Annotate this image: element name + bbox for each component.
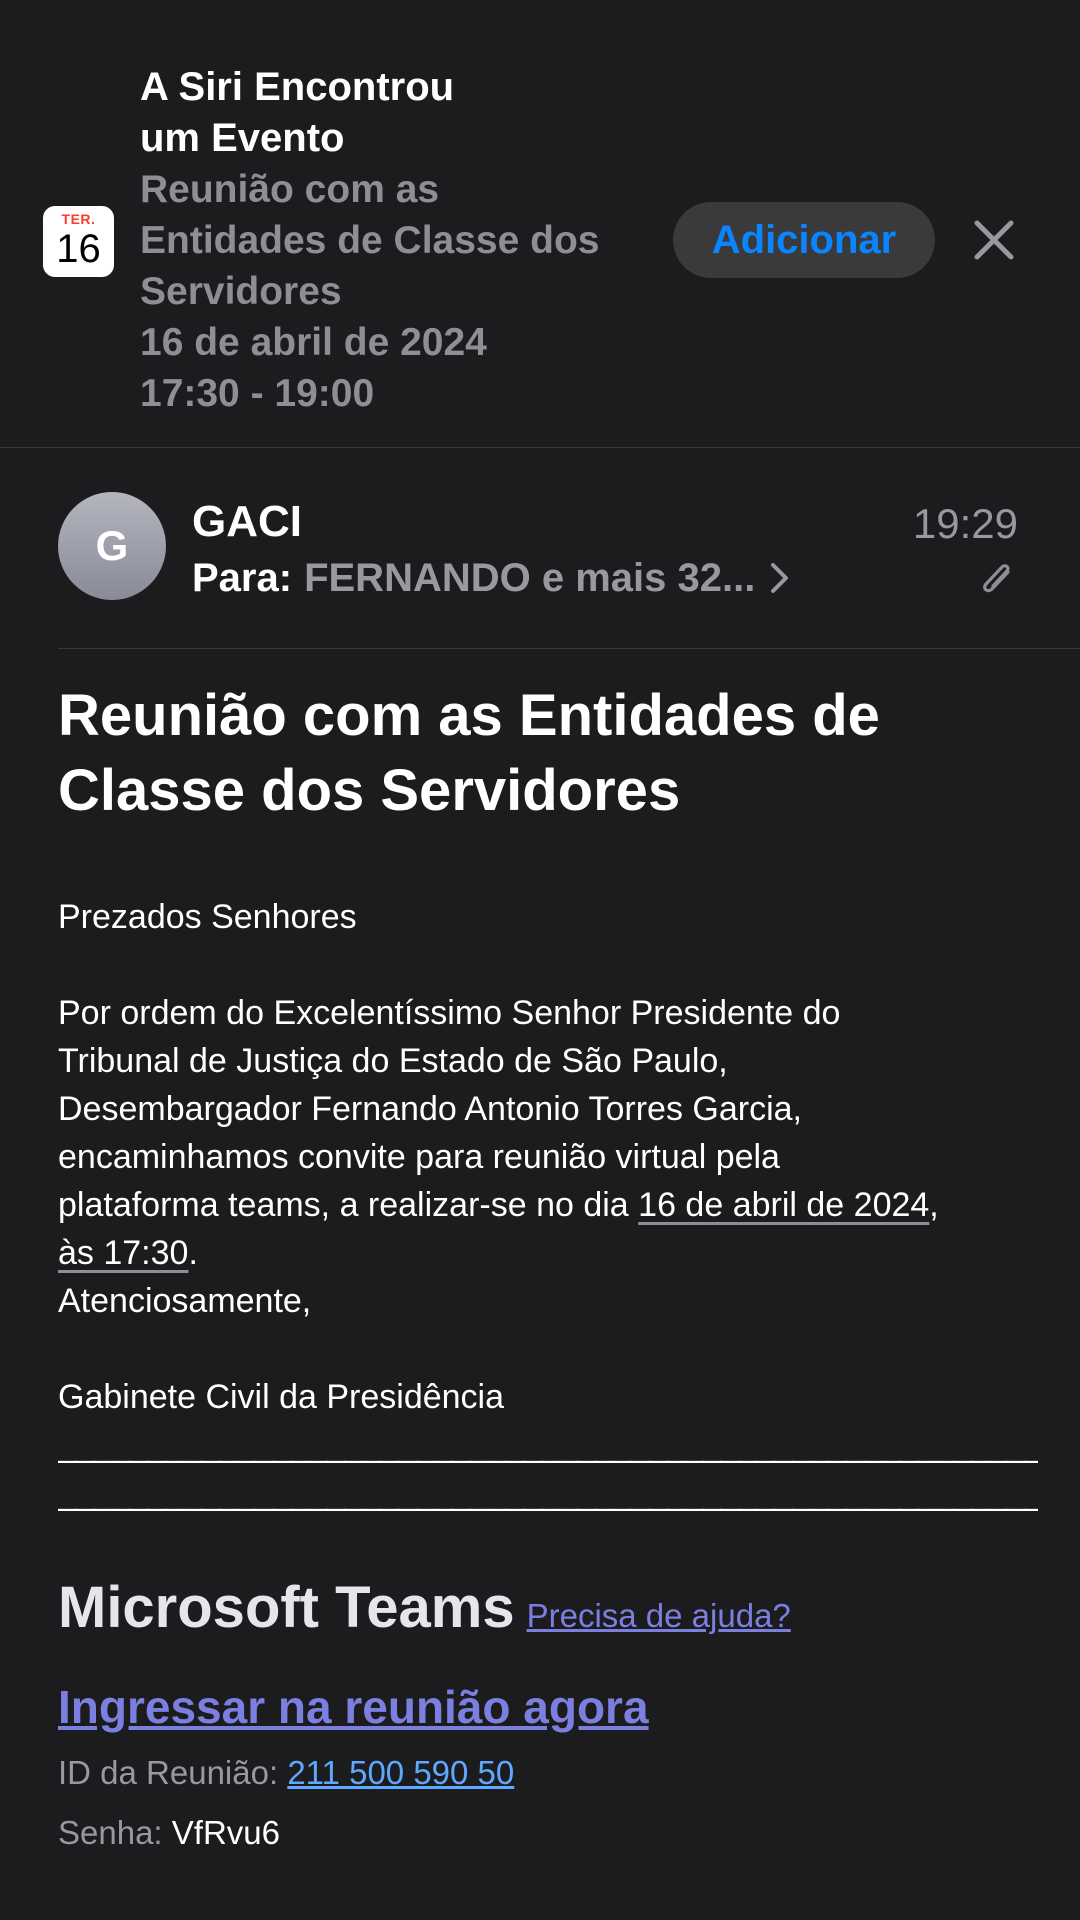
sender-name[interactable]: GACI bbox=[192, 494, 302, 550]
chevron-right-icon bbox=[769, 561, 791, 595]
body-line6: às 17:30. bbox=[58, 1229, 1038, 1277]
siri-title-line1: A Siri Encontrou bbox=[140, 65, 455, 109]
event-name-line3: Servidores bbox=[140, 270, 342, 313]
close-icon bbox=[974, 220, 1014, 260]
join-meeting-link[interactable]: Ingressar na reunião agora bbox=[58, 1680, 649, 1734]
time-detected-link[interactable]: às 17:30 bbox=[58, 1234, 188, 1272]
siri-event-details: Reunião com as Entidades de Classe dos S… bbox=[140, 164, 660, 419]
siri-title-line2: um Evento bbox=[140, 116, 345, 160]
signature: Gabinete Civil da Presidência bbox=[58, 1378, 505, 1416]
body-line5: plataforma teams, a realizar-se no dia 1… bbox=[58, 1181, 1038, 1229]
separator-line2: ________________________________________… bbox=[58, 1474, 1038, 1512]
body-line1: Por ordem do Excelentíssimo Senhor Presi… bbox=[58, 994, 841, 1032]
password-label: Senha: bbox=[58, 1814, 163, 1851]
body-line2: Tribunal de Justiça do Estado de São Pau… bbox=[58, 1042, 728, 1080]
body-line6-period: . bbox=[188, 1234, 198, 1272]
email-body: Prezados Senhores Por ordem do Excelentí… bbox=[58, 893, 1038, 1517]
paperclip-icon bbox=[978, 558, 1018, 602]
meeting-id-row: ID da Reunião: 211 500 590 50 bbox=[58, 1754, 514, 1792]
password-row: Senha: VfRvu6 bbox=[58, 1814, 280, 1852]
teams-title: Microsoft Teams bbox=[58, 1575, 515, 1640]
event-date: 16 de abril de 2024 bbox=[140, 321, 487, 364]
email-subject: Reunião com as Entidades de Classe dos S… bbox=[58, 678, 1038, 828]
to-label: Para: bbox=[192, 556, 293, 600]
body-line5-text: plataforma teams, a realizar-se no dia bbox=[58, 1186, 639, 1224]
calendar-weekday: TER. bbox=[61, 211, 96, 227]
avatar-initial: G bbox=[95, 522, 129, 569]
event-name-line2: Entidades de Classe dos bbox=[140, 219, 600, 262]
event-time: 17:30 - 19:00 bbox=[140, 372, 375, 415]
siri-event-banner: TER. 16 A Siri Encontrou um Evento Reuni… bbox=[0, 0, 1080, 448]
message-time: 19:29 bbox=[912, 500, 1018, 547]
recipients-summary: FERNANDO e mais 32... bbox=[304, 556, 756, 600]
sender-avatar[interactable]: G bbox=[58, 492, 166, 600]
body-line5-comma: , bbox=[929, 1186, 939, 1224]
add-event-button[interactable]: Adicionar bbox=[673, 202, 935, 278]
subject-line1: Reunião com as Entidades de bbox=[58, 683, 880, 748]
event-name-line1: Reunião com as bbox=[140, 168, 440, 211]
recipients-row[interactable]: Para: FERNANDO e mais 32... bbox=[192, 552, 791, 604]
greeting: Prezados Senhores bbox=[58, 898, 357, 936]
body-line3: Desembargador Fernando Antonio Torres Ga… bbox=[58, 1090, 802, 1128]
teams-heading: Microsoft Teams Precisa de ajuda? bbox=[58, 1574, 1038, 1641]
separator-line1: ________________________________________… bbox=[58, 1426, 1038, 1464]
subject-line2: Classe dos Servidores bbox=[58, 758, 681, 823]
close-banner-button[interactable] bbox=[968, 214, 1020, 266]
header-divider bbox=[58, 648, 1080, 649]
siri-banner-title: A Siri Encontrou um Evento bbox=[140, 62, 660, 164]
calendar-day: 16 bbox=[56, 227, 101, 271]
help-link[interactable]: Precisa de ajuda? bbox=[527, 1597, 791, 1635]
date-detected-link[interactable]: 16 de abril de 2024 bbox=[638, 1186, 929, 1224]
body-line4: encaminhamos convite para reunião virtua… bbox=[58, 1138, 780, 1176]
meeting-id-label: ID da Reunião: bbox=[58, 1754, 279, 1791]
meeting-id-link[interactable]: 211 500 590 50 bbox=[287, 1754, 514, 1791]
closing: Atenciosamente, bbox=[58, 1282, 312, 1320]
calendar-icon: TER. 16 bbox=[43, 206, 114, 277]
password-value: VfRvu6 bbox=[171, 1814, 280, 1851]
